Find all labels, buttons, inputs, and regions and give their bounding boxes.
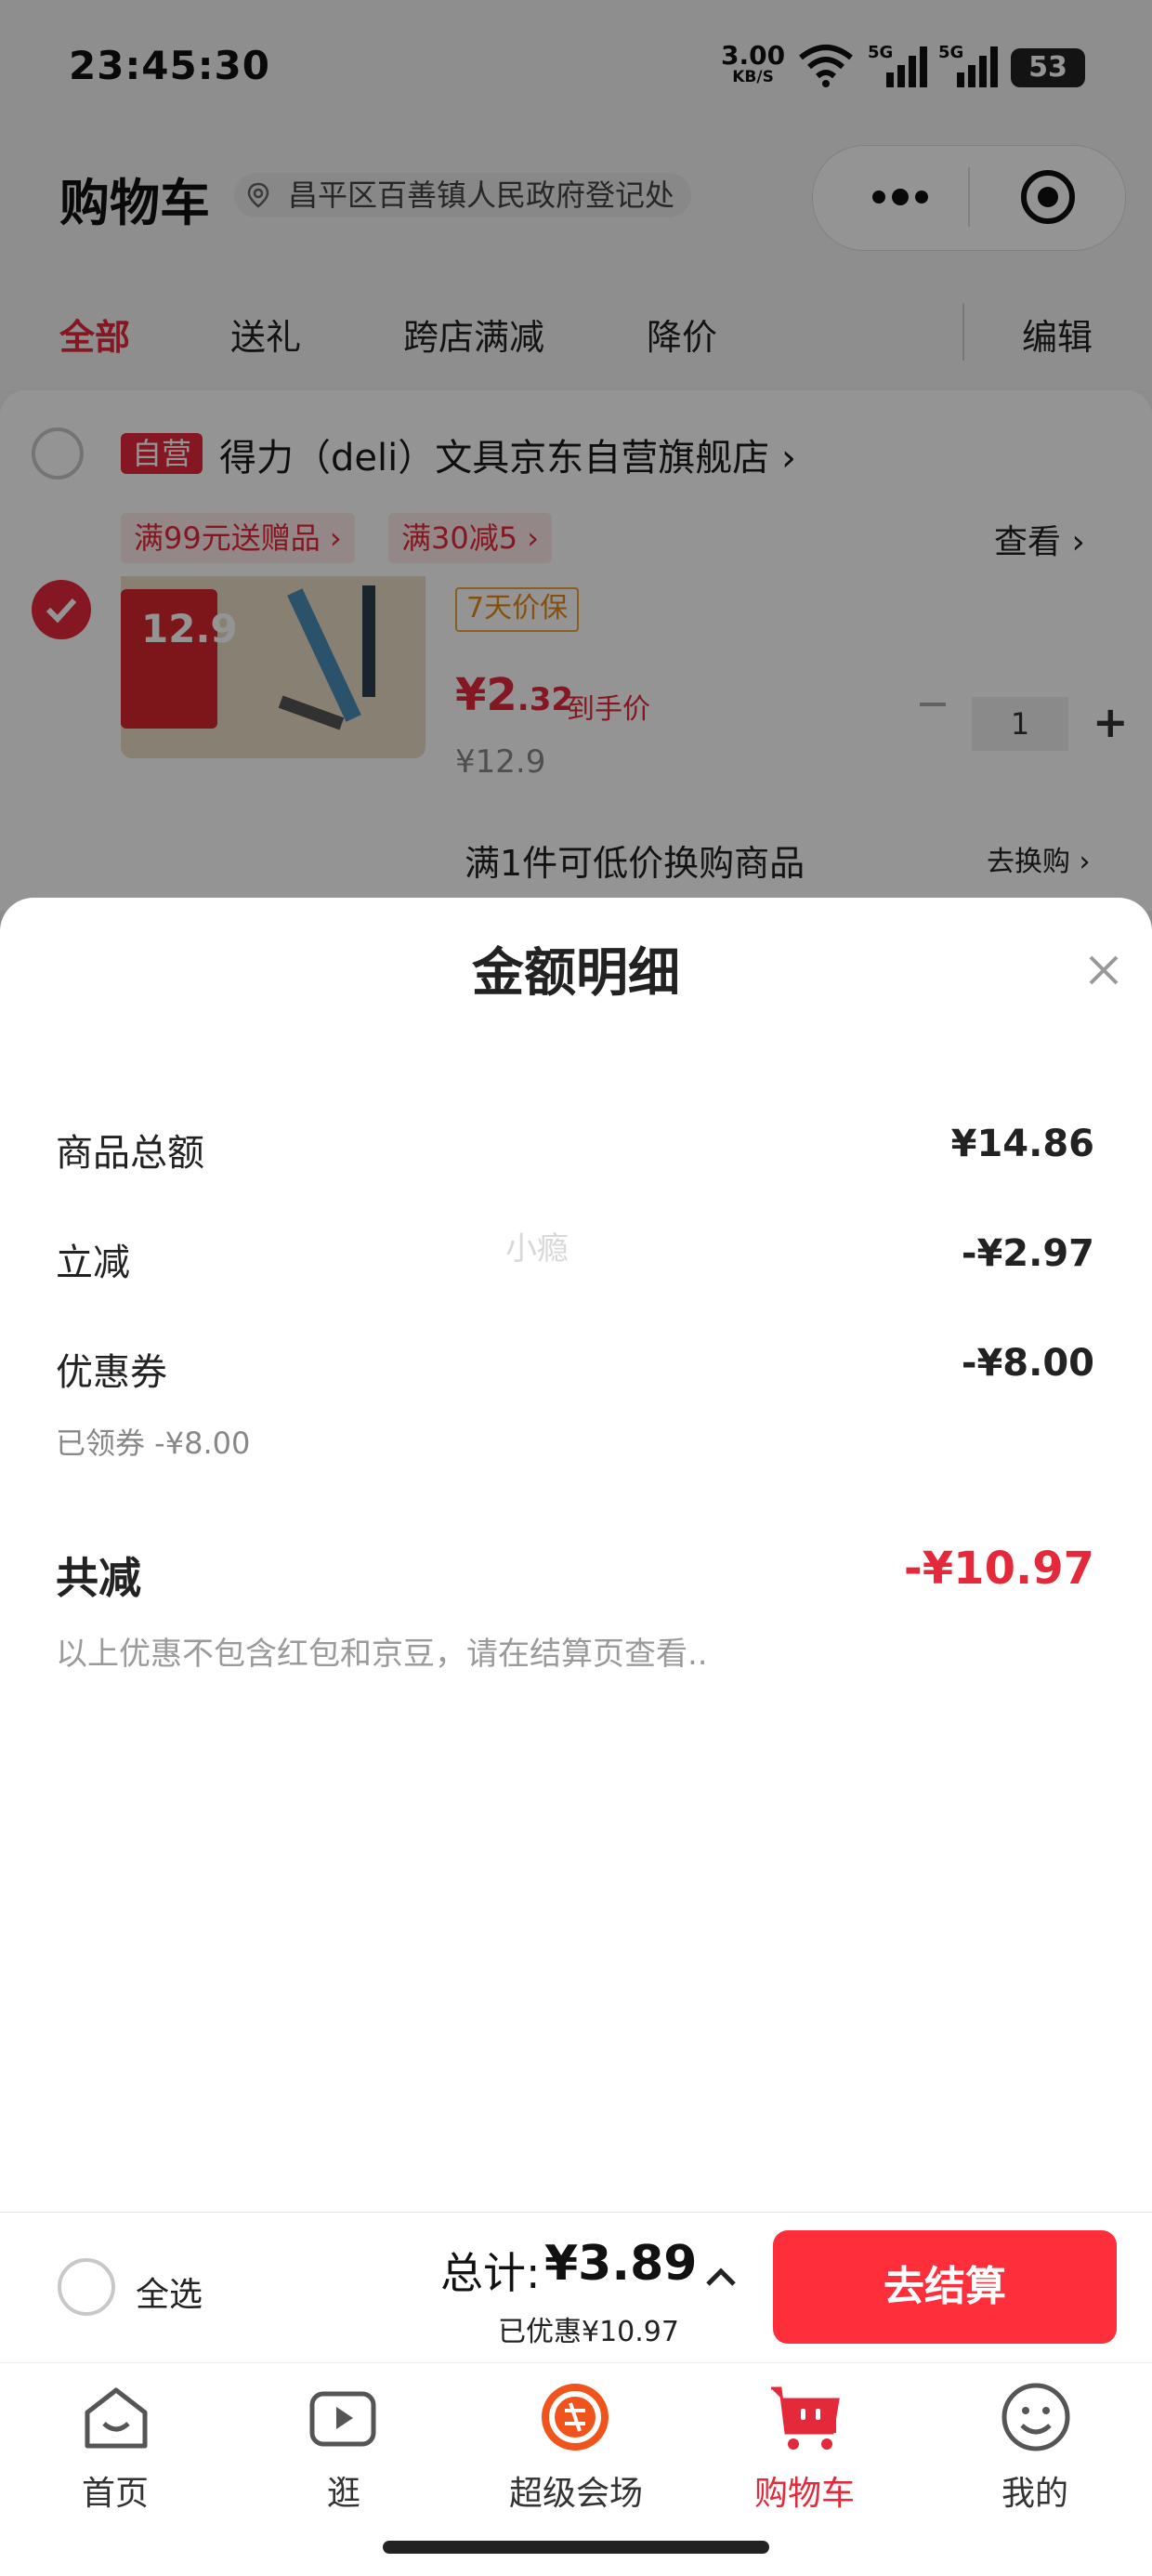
row-coupon-value: -¥8.00 (961, 1342, 1094, 1385)
checkout-button[interactable]: 去结算 (773, 2230, 1117, 2344)
profile-icon[interactable] (998, 2379, 1074, 2455)
tab-profile[interactable]: 我的 (942, 2466, 1128, 2515)
coupon-subtext: 已领券 -¥8.00 (56, 1426, 251, 1461)
home-indicator[interactable] (383, 2541, 769, 2554)
super-venue-icon[interactable] (537, 2379, 613, 2455)
total-discount-value: -¥10.97 (903, 1543, 1094, 1595)
select-all-radio[interactable] (58, 2258, 115, 2316)
row-goods-total-label: 商品总额 (56, 1132, 204, 1175)
row-goods-total-value: ¥14.86 (950, 1123, 1094, 1165)
row-instant-discount-label: 立减 (56, 1242, 130, 1284)
home-icon[interactable] (78, 2379, 154, 2455)
tab-home[interactable]: 首页 (22, 2466, 208, 2515)
video-icon[interactable] (305, 2379, 381, 2455)
tab-super-venue[interactable]: 超级会场 (483, 2466, 669, 2515)
tab-explore[interactable]: 逛 (251, 2466, 437, 2515)
sheet-title: 金额明细 (472, 943, 680, 1004)
total-discount-label: 共减 (56, 1553, 141, 1603)
row-instant-discount-value: -¥2.97 (961, 1232, 1094, 1275)
row-coupon-label: 优惠券 (56, 1351, 167, 1394)
total-value: ¥3.89 (544, 2236, 698, 2292)
total-label: 总计: (440, 2248, 541, 2298)
saved-amount: 已优惠¥10.97 (498, 2316, 679, 2348)
watermark: 小瘾 (505, 1230, 569, 1268)
chevron-up-icon[interactable] (702, 2266, 740, 2288)
select-all-label[interactable]: 全选 (136, 2267, 203, 2316)
discount-note: 以上优惠不包含红包和京豆，请在结算页查看.. (56, 1636, 708, 1673)
cart-icon[interactable] (767, 2379, 844, 2455)
tab-cart[interactable]: 购物车 (712, 2466, 897, 2515)
close-icon[interactable] (1085, 952, 1122, 989)
